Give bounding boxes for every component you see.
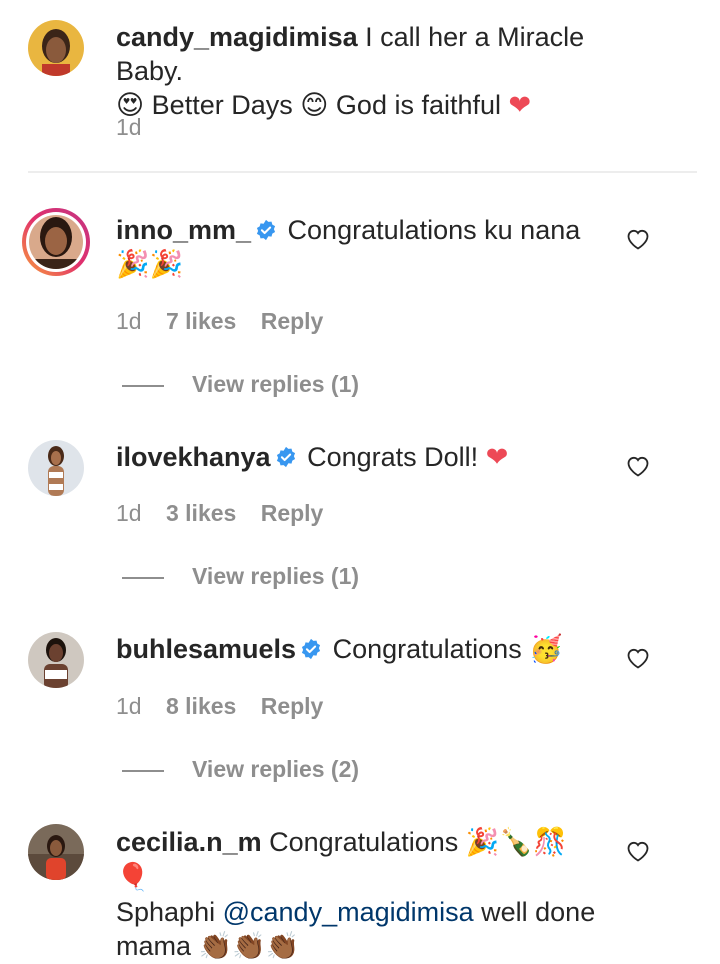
username[interactable]: cecilia.n_m <box>116 827 262 857</box>
username[interactable]: buhlesamuels <box>116 634 296 664</box>
comment-body-2: Better Days <box>151 90 293 120</box>
replies-line <box>122 576 164 579</box>
comment-meta: 1d 3 likes Reply <box>116 500 341 527</box>
comment-text: candy_magidimisa I call her a Miracle Ba… <box>116 20 596 123</box>
comment-text: cecilia.n_m Congratulations 🎉🍾🎊🎈 Sphaphi… <box>116 825 596 964</box>
likes-count[interactable]: 3 likes <box>166 500 236 526</box>
verified-badge-icon <box>276 446 295 468</box>
smile-emoji: 😊 <box>300 90 329 121</box>
like-heart-icon[interactable] <box>626 840 650 862</box>
avatar[interactable] <box>21 207 91 277</box>
username[interactable]: ilovekhanya <box>116 442 271 472</box>
comment-meta: 1d 7 likes Reply <box>116 308 341 335</box>
mention-link[interactable]: @candy_magidimisa <box>223 897 474 927</box>
reply-button[interactable]: Reply <box>261 308 324 334</box>
view-replies-label: View replies (2) <box>192 756 360 782</box>
verified-badge-icon <box>301 638 321 660</box>
comment-text: ilovekhanya Congrats Doll! ❤ <box>116 440 596 475</box>
red-heart-emoji: ❤ <box>508 90 532 121</box>
divider <box>28 171 697 173</box>
replies-line <box>122 384 164 387</box>
comment-text: inno_mm_ Congratulations ku nana 🎉🎉 <box>116 213 596 282</box>
timestamp: 1d <box>116 500 142 526</box>
like-heart-icon[interactable] <box>626 647 650 669</box>
likes-count[interactable]: 8 likes <box>166 693 236 719</box>
comment-body-2: Sphaphi <box>116 897 216 927</box>
red-heart-emoji: ❤ <box>485 442 509 473</box>
likes-count[interactable]: 7 likes <box>166 308 236 334</box>
avatar[interactable] <box>28 632 84 688</box>
avatar[interactable] <box>28 20 84 76</box>
comment-body-3: God is faithful <box>335 90 502 120</box>
reply-button[interactable]: Reply <box>261 693 324 719</box>
timestamp: 1d <box>116 693 142 719</box>
replies-line <box>122 769 164 772</box>
avatar[interactable] <box>28 440 84 496</box>
avatar[interactable] <box>28 824 84 880</box>
timestamp: 1d <box>116 114 142 140</box>
view-replies-button[interactable]: View replies (1) <box>122 563 359 590</box>
comment-body: Congratulations <box>269 827 459 857</box>
party-popper-emoji: 🎉🎉 <box>116 249 184 280</box>
clapping-emoji: 👏🏾👏🏾👏🏾 <box>198 931 300 962</box>
comment-meta: 1d 8 likes Reply <box>116 693 341 720</box>
reply-button[interactable]: Reply <box>261 500 324 526</box>
party-face-emoji: 🥳 <box>529 634 563 665</box>
username[interactable]: inno_mm_ <box>116 215 251 245</box>
view-replies-label: View replies (1) <box>192 563 360 589</box>
comment-body: Congratulations ku nana <box>287 215 581 245</box>
comment-body: Congratulations <box>332 634 522 664</box>
timestamp: 1d <box>116 308 142 334</box>
like-heart-icon[interactable] <box>626 455 650 477</box>
username[interactable]: candy_magidimisa <box>116 22 358 52</box>
verified-badge-icon <box>256 219 276 241</box>
view-replies-button[interactable]: View replies (2) <box>122 756 359 783</box>
like-heart-icon[interactable] <box>626 228 650 250</box>
comment-text: buhlesamuels Congratulations 🥳 <box>116 632 596 667</box>
comment-body: Congrats Doll! <box>307 442 479 472</box>
view-replies-button[interactable]: View replies (1) <box>122 371 359 398</box>
view-replies-label: View replies (1) <box>192 371 360 397</box>
comment-meta: 1d <box>116 114 160 141</box>
